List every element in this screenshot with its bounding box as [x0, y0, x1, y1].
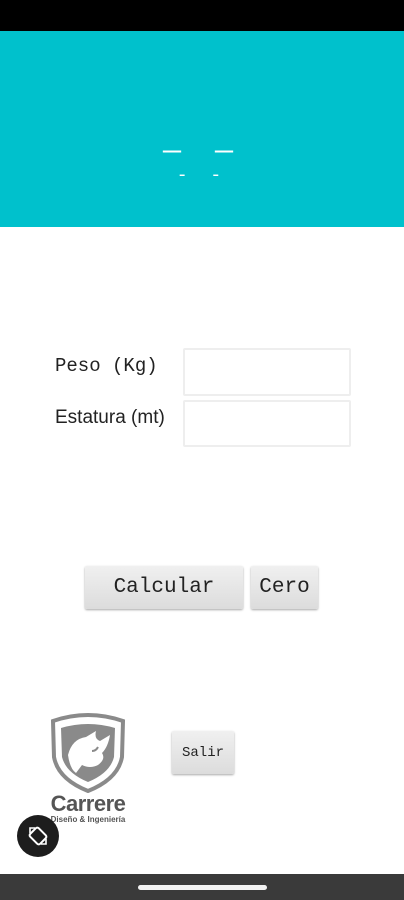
header-banner: — — - - [0, 31, 404, 227]
rotate-screen-button[interactable] [17, 815, 59, 857]
peso-input[interactable] [183, 348, 351, 396]
status-bar [0, 0, 404, 31]
calcular-button[interactable]: Calcular [85, 566, 243, 609]
company-logo: Carrere Diseño & Ingeniería [36, 711, 140, 829]
cero-button[interactable]: Cero [251, 566, 318, 609]
estatura-input[interactable] [183, 400, 351, 447]
logo-brand-name: Carrere [50, 791, 126, 816]
home-gesture-handle[interactable] [138, 885, 267, 890]
header-line-2: - - [176, 166, 228, 186]
rhino-shield-icon [50, 713, 126, 793]
navigation-bar [0, 874, 404, 900]
screen-rotate-icon [28, 826, 48, 846]
salir-button[interactable]: Salir [172, 731, 234, 774]
estatura-label: Estatura (mt) [55, 407, 165, 428]
peso-label: Peso (Kg) [55, 355, 158, 377]
header-line-1: — — [162, 135, 241, 169]
